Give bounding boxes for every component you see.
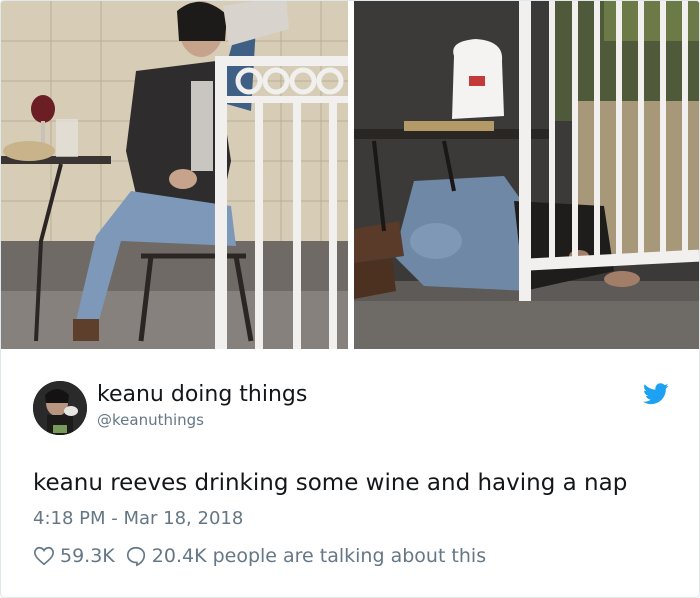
speech-bubble-icon[interactable] (125, 545, 147, 567)
avatar-image (33, 381, 87, 435)
tweet-actions: 59.3K 20.4K people are talking about thi… (33, 542, 486, 570)
photo-keanu-drinking-wine[interactable] (1, 1, 348, 349)
avatar[interactable] (33, 381, 87, 435)
talking-count: 20.4K people are talking about this (151, 545, 487, 567)
display-name[interactable]: keanu doing things (97, 382, 307, 407)
tweet-text: keanu reeves drinking some wine and havi… (33, 470, 628, 496)
like-action[interactable]: 59.3K (33, 545, 115, 567)
heart-icon[interactable] (33, 545, 55, 567)
like-count: 59.3K (60, 545, 115, 567)
tweet-timestamp[interactable]: 4:18 PM - Mar 18, 2018 (33, 508, 243, 529)
photo-napping-illustration (354, 1, 699, 349)
twitter-bird-icon[interactable] (643, 383, 669, 405)
photo-keanu-napping[interactable] (354, 1, 699, 349)
conversation-action[interactable]: 20.4K people are talking about this (125, 545, 486, 567)
photo-drinking-illustration (1, 1, 348, 349)
tweet-media[interactable] (1, 1, 699, 349)
user-handle[interactable]: @keanuthings (97, 411, 204, 429)
tweet-card[interactable]: keanu doing things @keanuthings keanu re… (0, 0, 700, 598)
